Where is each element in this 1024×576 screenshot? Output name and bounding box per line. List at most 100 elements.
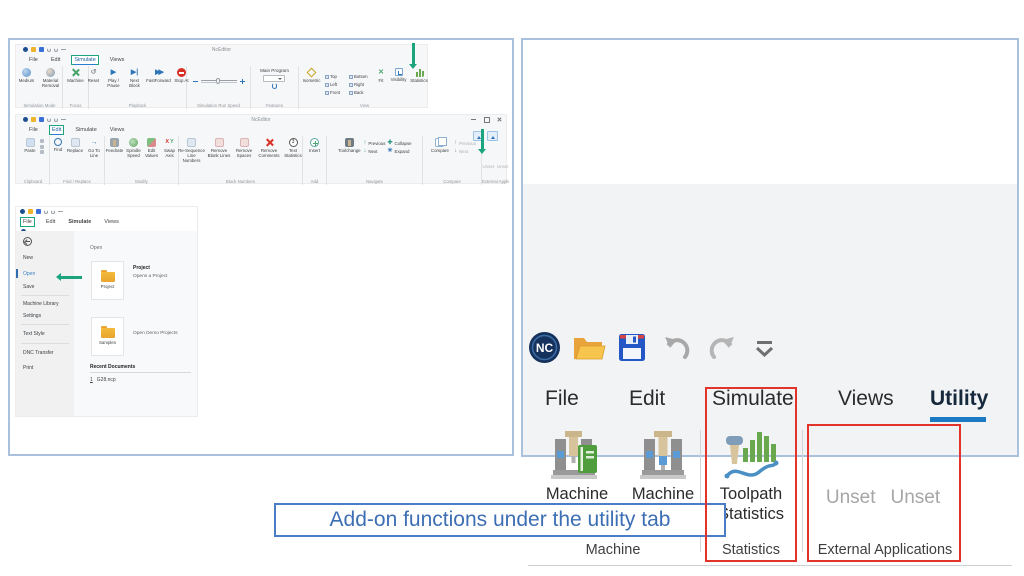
sidebar-item-save[interactable]: Save (23, 284, 34, 290)
go-to-line-icon: → (90, 138, 99, 147)
qat-more-icon[interactable] (58, 211, 63, 213)
redo-icon[interactable] (51, 210, 55, 214)
speed-slider-thumb[interactable] (216, 78, 220, 84)
go-to-line-button[interactable]: → Go To Line (85, 138, 103, 177)
sidebar-item-open[interactable]: Open (23, 271, 35, 277)
medium-button[interactable]: Medium (17, 68, 37, 101)
compare-next-button[interactable]: ↓Next (454, 148, 476, 154)
speed-minus-icon[interactable] (193, 79, 198, 84)
next-block-button[interactable]: ▶| Next Block (126, 68, 144, 101)
tab-utility-active[interactable]: Utility (930, 386, 988, 412)
recent-document-item[interactable]: 1G28.ncp (90, 377, 116, 383)
find-button[interactable]: Find (51, 138, 65, 177)
tab-simulate[interactable]: Simulate (73, 126, 98, 134)
cut-icon[interactable] (40, 139, 44, 143)
main-program-dropdown[interactable] (263, 75, 285, 82)
sidebar-item-new[interactable]: New (23, 255, 33, 261)
project-folder-icon (101, 272, 115, 282)
collapse-button[interactable]: ✚Collapse (387, 140, 411, 146)
tab-file[interactable]: File (27, 56, 40, 64)
resequence-button[interactable]: Re-Sequence Line Numbers (178, 138, 205, 177)
ribbon-bottom-divider (528, 565, 1012, 566)
sidebar-item-text-style[interactable]: Text Style (23, 331, 45, 337)
save-floppy-icon[interactable] (618, 333, 646, 362)
view-top-button[interactable]: Top (325, 73, 347, 81)
project-card[interactable]: Project (91, 261, 124, 300)
material-removal-button[interactable]: Material Removal (39, 68, 63, 101)
view-back-button[interactable]: Back (349, 89, 373, 97)
back-arrow-icon[interactable] (23, 237, 32, 246)
sidebar-item-settings[interactable]: Settings (23, 313, 41, 319)
run-speed-slider[interactable] (193, 68, 245, 94)
view-left-button[interactable]: Left (325, 81, 347, 89)
clipboard-extra-icon[interactable] (40, 150, 44, 154)
main-program-control[interactable]: Main Program (260, 68, 289, 101)
minimize-icon[interactable] (471, 117, 476, 122)
tab-simulate[interactable]: Simulate (66, 218, 93, 226)
tab-edit[interactable]: Edit (44, 218, 57, 226)
remove-blank-lines-button[interactable]: Remove Blank Lines (207, 138, 231, 177)
speed-plus-icon[interactable] (240, 79, 245, 84)
qat-customize-chevron-icon[interactable] (753, 339, 777, 361)
close-icon[interactable] (497, 117, 502, 122)
insert-button[interactable]: Insert (306, 138, 324, 177)
tab-file-annotated[interactable]: File (20, 217, 35, 227)
open-icon[interactable] (28, 209, 33, 214)
redo-icon[interactable] (707, 335, 737, 362)
isometric-button[interactable]: Isometric (301, 68, 323, 101)
view-front-button[interactable]: Front (325, 89, 347, 97)
compare-previous-button[interactable]: ↑Previous (454, 140, 476, 146)
sidebar-item-dnc-transfer[interactable]: DNC Transfer (23, 350, 54, 356)
statistics-button[interactable]: Statistics (410, 68, 429, 101)
reset-button[interactable]: ↺ Reset (86, 68, 102, 101)
fastforward-button[interactable]: ▶▶ FastForward (146, 68, 172, 101)
fastforward-label: FastForward (146, 78, 171, 83)
open-folder-icon[interactable] (572, 334, 606, 361)
tab-views[interactable]: Views (838, 386, 894, 412)
expand-button[interactable]: ✳Expand (387, 148, 411, 154)
tab-views[interactable]: Views (102, 218, 121, 226)
replace-button[interactable]: Replace (67, 138, 83, 177)
copy-icon[interactable] (40, 145, 44, 149)
machine-button[interactable]: Machine (65, 68, 87, 101)
external-unset-b[interactable]: Unset (497, 164, 508, 177)
tab-edit-annotated[interactable]: Edit (49, 125, 64, 135)
remove-spaces-button[interactable]: Remove Spaces (233, 138, 255, 177)
feedrate-button[interactable]: Feedrate (106, 138, 124, 177)
undo-icon[interactable] (44, 210, 48, 214)
sidebar-item-print[interactable]: Print (23, 365, 33, 371)
visibility-button[interactable]: Visibility (390, 68, 408, 101)
refresh-icon[interactable] (272, 83, 278, 89)
fit-button[interactable]: ✕ Fit (375, 68, 388, 101)
maximize-icon[interactable] (484, 117, 489, 122)
samples-card[interactable]: Samples (91, 317, 124, 356)
save-icon[interactable] (36, 209, 41, 214)
play-pause-button[interactable]: ▶ Play / Pause (104, 68, 124, 101)
tab-views[interactable]: Views (108, 126, 127, 134)
window-title: NcEditor (16, 47, 427, 53)
tab-simulate-annotated[interactable]: Simulate (71, 55, 98, 65)
remove-comments-button[interactable]: Remove Comments (257, 138, 281, 177)
view-right-button[interactable]: Right (349, 81, 373, 89)
view-direction-grid: Top Bottom Left Right Front Back (325, 68, 373, 101)
edit-values-button[interactable]: Edit Values (144, 138, 160, 177)
view-bottom-button[interactable]: Bottom (349, 73, 373, 81)
text-statistics-button[interactable]: 3 Text Statistics (283, 138, 303, 177)
tab-file[interactable]: File (27, 126, 40, 134)
compare-button[interactable]: Compare (428, 138, 452, 177)
speed-slider-track[interactable] (201, 77, 237, 85)
navigate-previous-button[interactable]: ↑Previous (363, 140, 385, 146)
toolchange-button[interactable]: Toolchange (337, 138, 361, 177)
navigate-next-button[interactable]: ↓Next (363, 148, 385, 154)
tab-views[interactable]: Views (108, 56, 127, 64)
tab-edit[interactable]: Edit (629, 386, 665, 412)
group-label-navigate: Navigate (327, 179, 422, 184)
external-unset-a[interactable]: Unset (483, 164, 494, 177)
tab-file[interactable]: File (545, 386, 579, 412)
spindle-speed-button[interactable]: Spindle Speed (126, 138, 142, 177)
tab-edit[interactable]: Edit (49, 56, 62, 64)
paste-button[interactable]: Paste (23, 138, 38, 177)
sidebar-item-machine-library[interactable]: Machine Library (23, 301, 59, 307)
undo-icon[interactable] (662, 335, 692, 362)
swap-axis-button[interactable]: XY Swap Axis (162, 138, 178, 177)
